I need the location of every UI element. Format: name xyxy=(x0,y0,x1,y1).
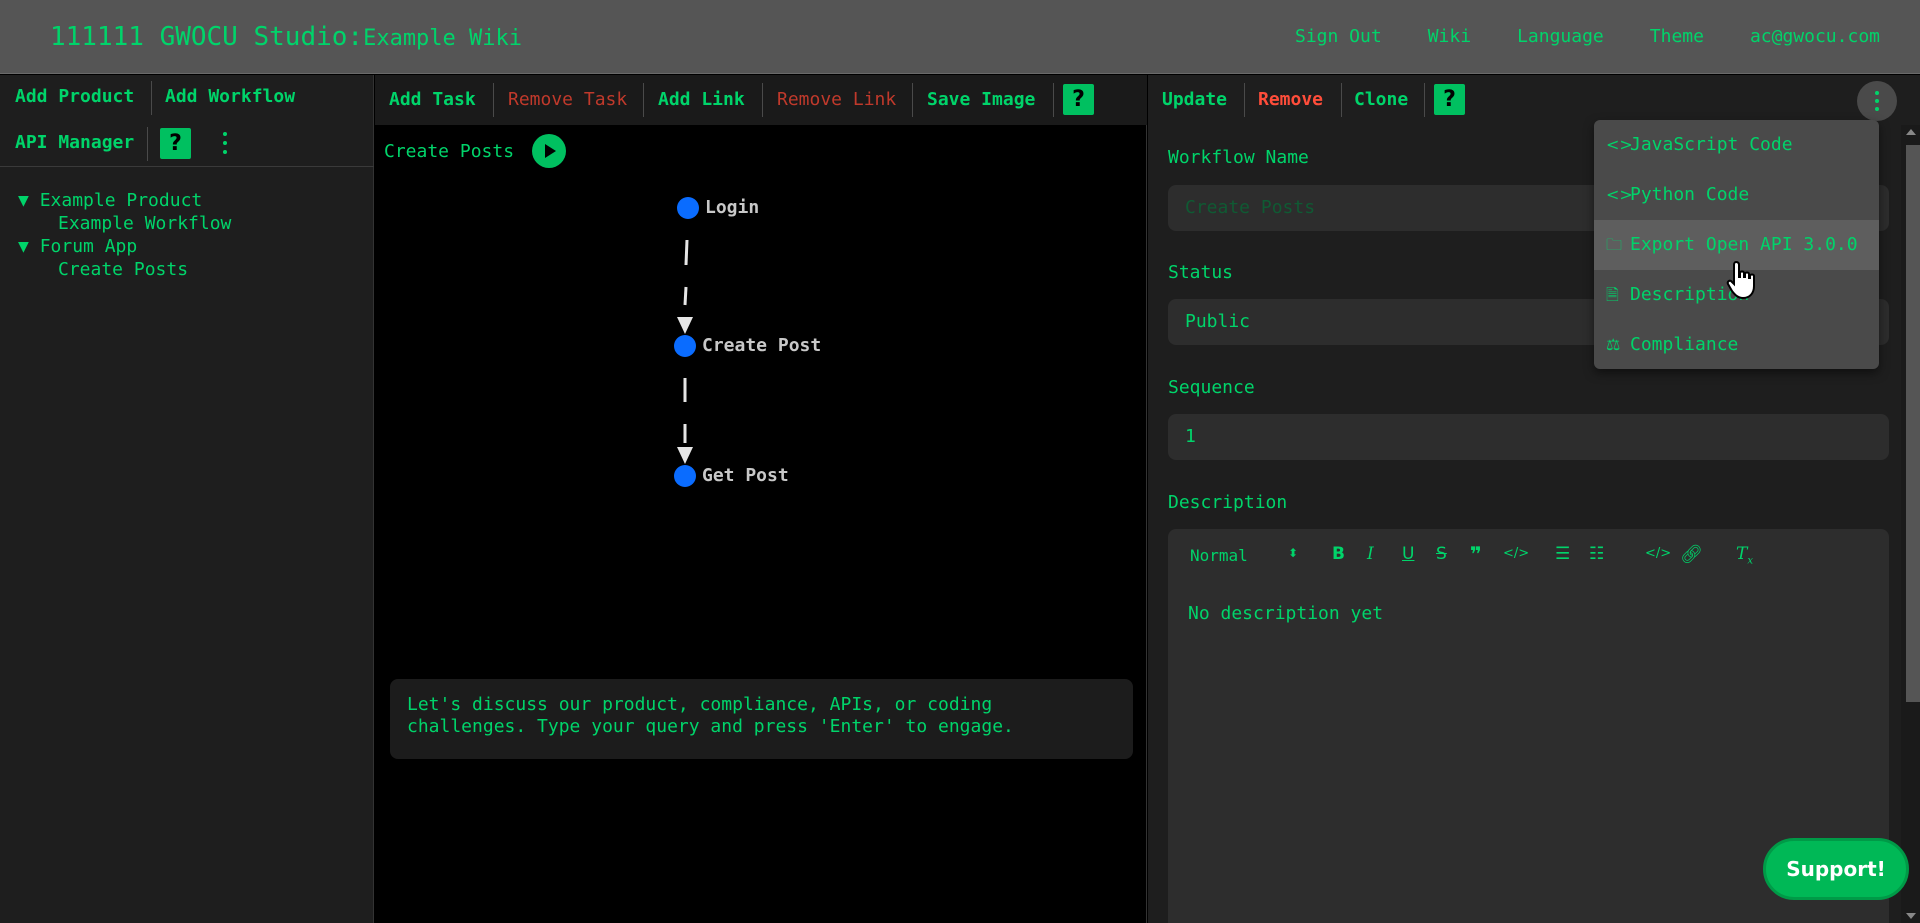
language-link[interactable]: Language xyxy=(1517,26,1604,47)
workflow-name-label: Workflow Name xyxy=(1168,147,1309,168)
node-get-post[interactable] xyxy=(674,465,696,487)
sidebar-toolbar: Add Product Add Workflow API Manager ? xyxy=(0,75,374,167)
description-text[interactable]: No description yet xyxy=(1188,603,1383,624)
format-select[interactable]: Normal xyxy=(1190,546,1248,565)
hand-cursor-icon xyxy=(1726,260,1755,300)
link-segment xyxy=(683,286,688,306)
arrow-head-icon xyxy=(677,447,693,464)
update-button[interactable]: Update xyxy=(1162,89,1227,110)
help-button[interactable]: ? xyxy=(1434,84,1465,115)
code-icon[interactable]: </> xyxy=(1645,546,1671,561)
arrow-head-icon xyxy=(677,317,693,334)
add-product-button[interactable]: Add Product xyxy=(15,86,134,107)
clone-button[interactable]: Clone xyxy=(1354,89,1408,110)
divider xyxy=(147,127,148,161)
node-label-get-post[interactable]: Get Post xyxy=(702,465,789,486)
product-sidebar: Add Product Add Workflow API Manager ? ▼… xyxy=(0,75,374,923)
app-brand: 111111 GWOCU Studio:Example Wiki xyxy=(50,22,522,52)
menu-item-compliance[interactable]: ⚖ Compliance xyxy=(1594,320,1879,370)
node-create-post[interactable] xyxy=(674,335,696,357)
divider xyxy=(1424,83,1425,117)
scroll-down-icon[interactable] xyxy=(1906,913,1916,919)
divider xyxy=(1341,83,1342,117)
strike-icon[interactable]: S xyxy=(1436,544,1447,564)
bold-icon[interactable]: B xyxy=(1332,544,1345,564)
code-icon: <> xyxy=(1606,135,1633,154)
node-label-create-post[interactable]: Create Post xyxy=(702,335,821,356)
theme-link[interactable]: Theme xyxy=(1650,26,1704,47)
menu-item-javascript[interactable]: <>JavaScript Code xyxy=(1594,120,1879,170)
tree-product-forum[interactable]: ▼ Forum App xyxy=(18,235,231,258)
remove-button[interactable]: Remove xyxy=(1258,89,1323,110)
user-email-link[interactable]: ac@gwocu.com xyxy=(1750,26,1880,47)
chevron-updown-icon[interactable]: ⬍ xyxy=(1288,546,1298,560)
underline-icon[interactable]: U xyxy=(1402,544,1414,564)
sequence-label: Sequence xyxy=(1168,377,1255,398)
workflow-canvas-panel: Add Task Remove Task Add Link Remove Lin… xyxy=(375,75,1147,923)
editor-toolbar: Normal ⬍ B I U S ❞ </> ☰ ☷ </> 🔗︎ Tx xyxy=(1168,529,1889,579)
scale-icon: ⚖ xyxy=(1606,335,1621,354)
scrollbar-thumb[interactable] xyxy=(1906,145,1920,702)
code-icon: <> xyxy=(1606,185,1633,204)
link-segment xyxy=(684,239,689,266)
add-workflow-button[interactable]: Add Workflow xyxy=(165,86,295,107)
more-vert-icon[interactable] xyxy=(1857,81,1897,121)
tree-workflow-create-posts[interactable]: Create Posts xyxy=(18,258,231,281)
wiki-link[interactable]: Wiki xyxy=(1428,26,1471,47)
more-vert-icon[interactable] xyxy=(220,130,230,158)
product-tree: ▼ Example Product Example Workflow ▼ For… xyxy=(18,189,231,281)
divider xyxy=(151,81,152,115)
divider xyxy=(1244,83,1245,117)
help-button[interactable]: ? xyxy=(160,128,191,159)
tree-product-example[interactable]: ▼ Example Product xyxy=(18,189,231,212)
scrollbar[interactable] xyxy=(1901,125,1920,923)
details-toolbar: Update Remove Clone ? xyxy=(1148,75,1920,125)
sign-out-link[interactable]: Sign Out xyxy=(1295,26,1382,47)
brand-title: 111111 GWOCU Studio: xyxy=(50,22,364,52)
tree-workflow-example[interactable]: Example Workflow xyxy=(18,212,231,235)
blockquote-icon[interactable]: ❞ xyxy=(1470,542,1482,566)
workflow-graph xyxy=(674,197,699,487)
node-login[interactable] xyxy=(677,197,699,219)
menu-item-python[interactable]: <>Python Code xyxy=(1594,170,1879,220)
folder-icon: 🗀 xyxy=(1606,235,1623,254)
scroll-up-icon[interactable] xyxy=(1906,129,1916,135)
sequence-input[interactable]: 1 xyxy=(1168,414,1889,460)
wiki-name: Example Wiki xyxy=(363,26,523,51)
link-icon[interactable]: 🔗︎ xyxy=(1680,544,1703,565)
ordered-list-icon[interactable]: ☰ xyxy=(1555,544,1570,564)
expand-arrow-icon: ▼ xyxy=(18,190,29,211)
expand-arrow-icon: ▼ xyxy=(18,236,29,257)
more-options-menu: <>JavaScript Code <>Python Code 🗀 Export … xyxy=(1594,120,1879,369)
chat-input[interactable]: Let's discuss our product, compliance, A… xyxy=(390,679,1133,759)
italic-icon[interactable]: I xyxy=(1367,544,1374,564)
app-header: 111111 GWOCU Studio:Example Wiki Sign Ou… xyxy=(0,0,1920,74)
status-label: Status xyxy=(1168,262,1234,283)
code-block-icon[interactable]: </> xyxy=(1503,546,1529,561)
top-nav: Sign Out Wiki Language Theme ac@gwocu.co… xyxy=(1295,26,1880,47)
bullet-list-icon[interactable]: ☷ xyxy=(1589,544,1604,564)
clear-format-icon[interactable]: Tx xyxy=(1736,544,1753,566)
api-manager-button[interactable]: API Manager xyxy=(15,132,134,153)
support-button[interactable]: Support! xyxy=(1763,838,1909,900)
document-icon: 🗎 xyxy=(1606,285,1619,304)
description-label: Description xyxy=(1168,492,1288,513)
node-label-login[interactable]: Login xyxy=(705,197,759,218)
